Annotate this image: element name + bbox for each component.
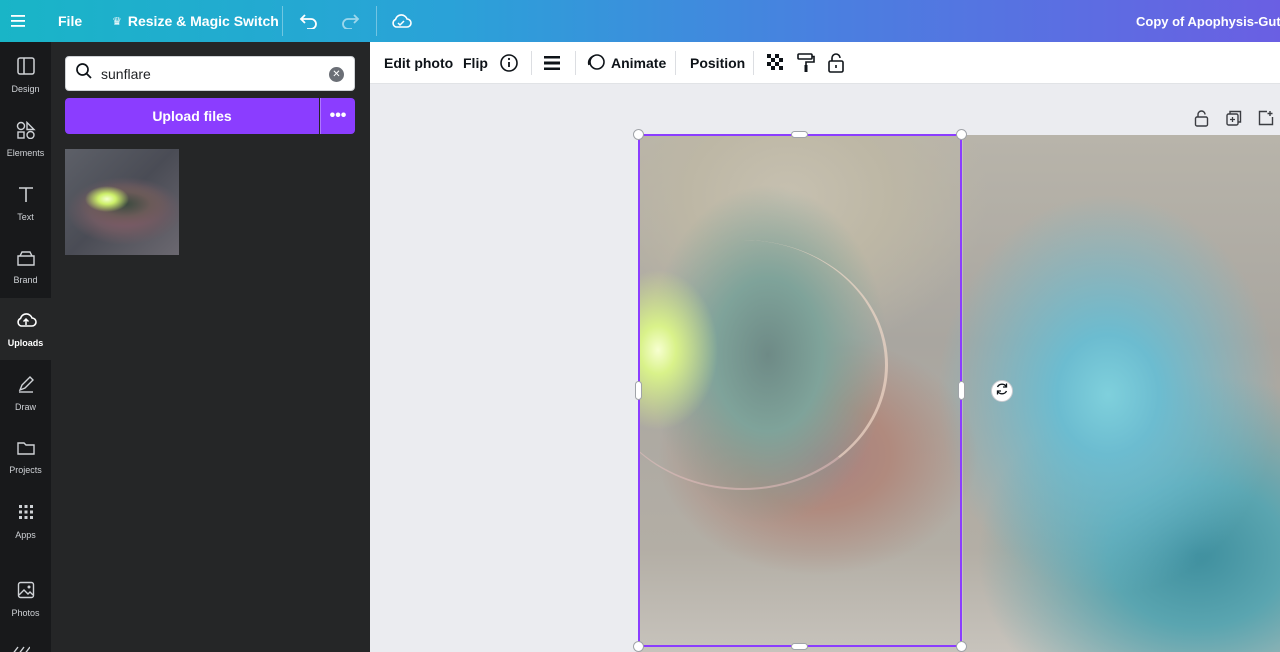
resize-handle-left[interactable] <box>635 381 642 400</box>
top-bar: File ♛ Resize & Magic Switch Copy of Apo… <box>0 0 1280 42</box>
folder-icon <box>16 440 36 461</box>
rail-label: Draw <box>14 401 36 412</box>
apps-grid-icon <box>17 503 35 526</box>
clear-search-icon[interactable]: ✕ <box>329 67 344 82</box>
divider <box>531 51 532 75</box>
position-button[interactable]: Position <box>690 42 745 84</box>
add-page-icon[interactable] <box>1258 110 1274 131</box>
rail-label: Photos <box>11 607 40 618</box>
pen-icon <box>17 375 35 398</box>
brand-icon <box>16 250 36 271</box>
animate-button[interactable]: Animate <box>587 42 666 84</box>
animate-label: Animate <box>611 55 667 71</box>
rail-item-design[interactable]: Design <box>0 44 51 106</box>
info-icon[interactable] <box>499 42 519 84</box>
search-box: ✕ <box>65 56 355 91</box>
edit-photo-button[interactable]: Edit photo <box>384 42 453 84</box>
hamburger-icon[interactable] <box>11 0 27 42</box>
resize-handle-bottom[interactable] <box>791 643 808 650</box>
rail-label: Design <box>11 83 40 94</box>
rail-item-text[interactable]: Text <box>0 172 51 234</box>
resize-handle-top-left[interactable] <box>633 129 644 140</box>
text-icon <box>17 185 35 208</box>
transparency-icon[interactable] <box>767 42 785 84</box>
flip-button[interactable]: Flip <box>463 42 488 84</box>
lock-icon[interactable] <box>827 42 845 84</box>
rail-label: Apps <box>15 529 36 540</box>
upload-files-button[interactable]: Upload files <box>65 98 319 134</box>
more-options-button[interactable]: ••• <box>320 98 355 134</box>
border-style-icon[interactable] <box>543 42 561 84</box>
rail-item-projects[interactable]: Projects <box>0 426 51 488</box>
divider <box>282 6 283 36</box>
undo-icon[interactable] <box>299 0 319 42</box>
divider <box>575 51 576 75</box>
duplicate-page-icon[interactable] <box>1226 110 1242 131</box>
uploads-panel: ✕ Upload files ••• <box>51 42 370 652</box>
divider <box>675 51 676 75</box>
resize-label: Resize & Magic Switch <box>127 13 279 29</box>
resize-handle-bottom-right[interactable] <box>956 641 967 652</box>
rail-item-draw[interactable]: Draw <box>0 362 51 424</box>
uploaded-image-thumbnail[interactable] <box>65 149 179 255</box>
file-menu[interactable]: File <box>58 0 82 42</box>
divider <box>753 51 754 75</box>
paint-roller-icon[interactable] <box>797 42 815 84</box>
redo-icon[interactable] <box>340 0 360 42</box>
shapes-icon <box>16 120 36 144</box>
rail-item-photos[interactable]: Photos <box>0 568 51 630</box>
resize-magic-switch-button[interactable]: ♛ Resize & Magic Switch <box>112 0 279 42</box>
layout-icon <box>16 56 35 80</box>
left-rail: Design Elements Text Brand Uploads Draw … <box>0 42 51 652</box>
document-title[interactable]: Copy of Apophysis-GutF <box>1136 0 1280 42</box>
swirl-shape <box>638 240 888 490</box>
resize-handle-top[interactable] <box>791 131 808 138</box>
rail-item-apps[interactable]: Apps <box>0 490 51 552</box>
rail-item-brand[interactable]: Brand <box>0 236 51 298</box>
search-input[interactable] <box>101 65 311 82</box>
rail-label: Uploads <box>7 337 44 348</box>
resize-handle-bottom-left[interactable] <box>633 641 644 652</box>
animate-icon <box>587 53 605 74</box>
photo-icon <box>17 581 35 604</box>
rail-item-uploads[interactable]: Uploads <box>0 298 51 360</box>
divider <box>376 6 377 36</box>
rail-label: Text <box>17 211 34 222</box>
lock-page-icon[interactable] <box>1194 110 1209 132</box>
cloud-upload-icon <box>15 311 37 334</box>
resize-handle-right[interactable] <box>958 381 965 400</box>
rail-label: Elements <box>6 147 45 158</box>
cloud-save-icon[interactable] <box>390 0 412 42</box>
rail-label: Projects <box>9 464 42 475</box>
rail-label: Brand <box>13 274 38 285</box>
rail-item-elements[interactable]: Elements <box>0 108 51 170</box>
more-rail-icon[interactable] <box>10 642 30 652</box>
context-toolbar: Edit photo Flip Animate Position <box>370 42 1280 84</box>
crown-icon: ♛ <box>112 15 122 28</box>
resize-handle-top-right[interactable] <box>956 129 967 140</box>
rotate-icon <box>995 382 1009 401</box>
search-icon <box>75 62 93 85</box>
rotate-handle[interactable] <box>991 380 1013 402</box>
